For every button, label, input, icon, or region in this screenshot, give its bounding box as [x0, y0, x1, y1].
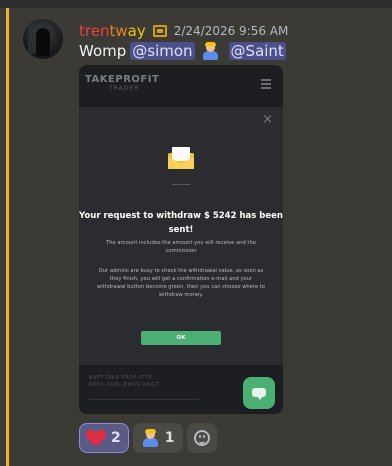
top-strip [0, 0, 392, 8]
reaction-count: 1 [164, 430, 175, 446]
image-attachment[interactable]: TAKEPROFIT TRADER × Your request to with… [79, 65, 283, 414]
modal-body: Our admins are busy to check the withdra… [97, 268, 265, 298]
reactions-bar: 2 1 [79, 423, 217, 453]
username[interactable]: trentway [79, 22, 146, 40]
message-header: trentway 2/24/2026 9:56 AM [79, 21, 288, 41]
person-emoji-icon [141, 429, 159, 447]
modal-title: Your request to withdraw $ 5242 has been… [79, 211, 283, 235]
smiley-icon [193, 430, 210, 446]
ok-button: OK [141, 331, 221, 345]
username-part: ay [127, 22, 146, 40]
reaction-person[interactable]: 1 [132, 423, 183, 453]
chat-bubble-icon [243, 377, 275, 409]
divider [172, 184, 190, 185]
message-content: Womp @simon @Saint [79, 40, 286, 62]
username-part: tren [79, 22, 110, 40]
attachment-logo: TAKEPROFIT [85, 74, 160, 85]
avatar[interactable] [23, 19, 63, 59]
message-text: Womp [79, 42, 127, 60]
modal-subtitle: The amount includes the amount you will … [106, 240, 256, 254]
mention-saint[interactable]: @Saint [228, 42, 286, 60]
close-icon: × [262, 112, 273, 127]
reaction-heart[interactable]: 2 [79, 423, 129, 453]
timestamp[interactable]: 2/24/2026 9:56 AM [174, 24, 289, 38]
role-badge-icon[interactable] [152, 25, 167, 37]
person-emoji-icon [201, 42, 219, 60]
add-reaction-button[interactable] [186, 423, 217, 453]
username-part: tw [109, 22, 128, 40]
envelope-icon [168, 147, 194, 169]
code-text: B9FT-TAKE-PROF-ITTR K0PU-D08L-EW3G-NKG7 [89, 375, 160, 388]
hamburger-menu-icon [261, 79, 271, 91]
heart-icon [87, 430, 105, 446]
divider [89, 399, 199, 400]
highlight-bar [6, 8, 9, 466]
avatar-figure [36, 28, 50, 56]
mention-simon[interactable]: @simon [130, 42, 195, 60]
attachment-logo-sub: TRADER [109, 85, 140, 92]
withdraw-modal: × Your request to withdraw $ 5242 has be… [79, 107, 283, 365]
reaction-count: 2 [111, 430, 121, 446]
